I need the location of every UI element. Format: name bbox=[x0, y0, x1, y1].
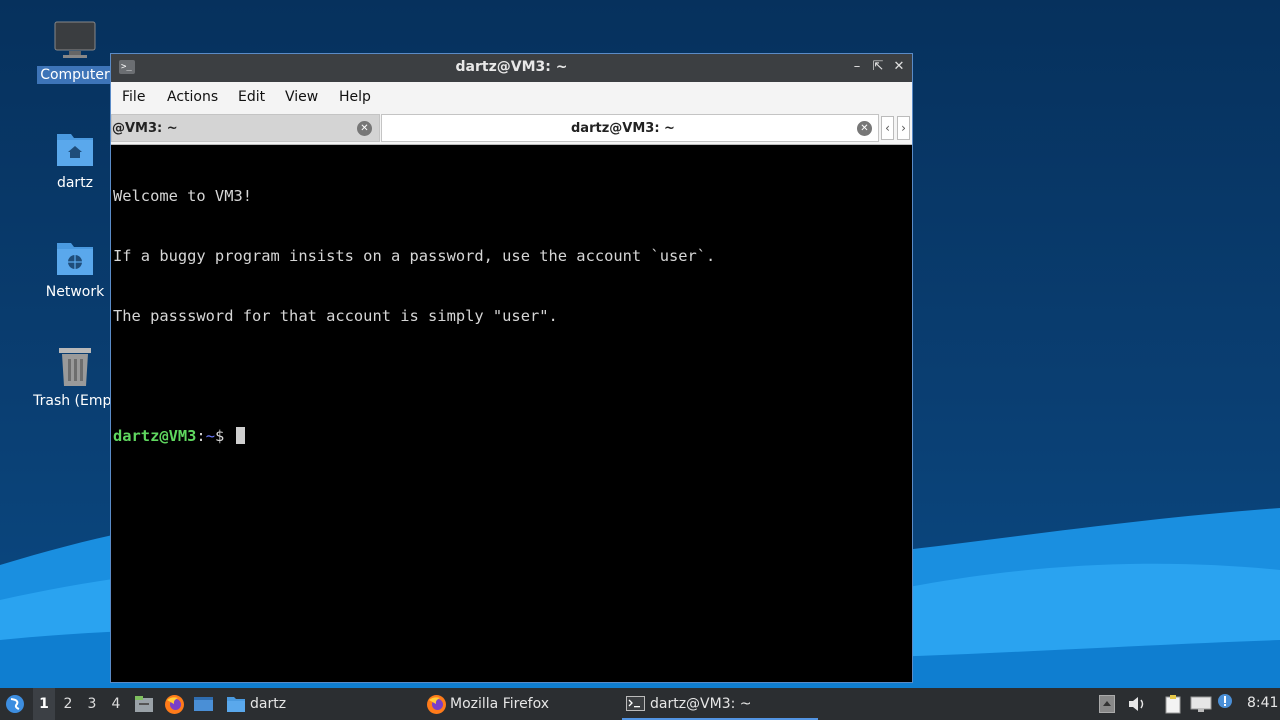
trash-icon bbox=[59, 348, 91, 386]
workspace-4[interactable]: 4 bbox=[105, 688, 127, 720]
tab-label: dartz@VM3: ~ bbox=[571, 121, 675, 136]
workspace-1[interactable]: 1 bbox=[33, 688, 55, 720]
terminal-cursor bbox=[235, 427, 245, 444]
home-folder-icon bbox=[57, 134, 93, 166]
taskbar: 1 2 3 4 dartz Mozilla Firefox dartz@VM3:… bbox=[0, 688, 1280, 720]
task-label: Mozilla Firefox bbox=[450, 696, 550, 712]
show-desktop-icon[interactable] bbox=[193, 695, 214, 713]
desktop-icon-dartz[interactable]: dartz bbox=[30, 128, 120, 192]
desktop-icon-trash[interactable]: Trash (Empt bbox=[30, 344, 120, 410]
clock[interactable]: 8:41 bbox=[1247, 695, 1278, 711]
file-manager-launcher-icon[interactable] bbox=[134, 695, 154, 713]
terminal-icon bbox=[626, 696, 645, 711]
desktop-icon-label: dartz bbox=[56, 175, 94, 191]
firefox-launcher-icon[interactable] bbox=[164, 694, 185, 715]
maximize-button[interactable]: ⇱ bbox=[870, 59, 886, 75]
firefox-icon bbox=[427, 695, 446, 714]
menu-actions[interactable]: Actions bbox=[167, 89, 218, 105]
prompt-symbol: $ bbox=[214, 427, 234, 445]
menu-view[interactable]: View bbox=[285, 89, 318, 105]
tab-active[interactable]: dartz@VM3: ~ ✕ bbox=[381, 114, 879, 142]
terminal-line: Welcome to VM3! bbox=[113, 187, 252, 205]
volume-icon[interactable] bbox=[1127, 695, 1147, 713]
tab-inactive[interactable]: @VM3: ~ ✕ bbox=[111, 114, 380, 142]
desktop-icon-label: Trash (Empt bbox=[33, 393, 117, 409]
menu-file[interactable]: File bbox=[122, 89, 145, 105]
terminal-prompt-line: dartz@VM3:~$ bbox=[113, 426, 910, 446]
desktop-icon-computer[interactable]: Computer bbox=[30, 20, 120, 84]
window-title: dartz@VM3: ~ bbox=[455, 59, 568, 75]
prompt-user: dartz@VM3 bbox=[113, 427, 197, 445]
tab-close-icon[interactable]: ✕ bbox=[357, 121, 372, 136]
minimize-button[interactable]: – bbox=[849, 59, 865, 75]
prompt-directory: ~ bbox=[205, 427, 215, 445]
menu-bar: File Actions Edit View Help bbox=[111, 82, 912, 112]
tab-scroll-left-icon[interactable]: ‹ bbox=[881, 116, 894, 140]
terminal-output[interactable]: Welcome to VM3! If a buggy program insis… bbox=[113, 146, 910, 680]
terminal-line: If a buggy program insists on a password… bbox=[113, 247, 716, 265]
close-button[interactable]: ✕ bbox=[891, 59, 907, 75]
tab-scroll-right-icon[interactable]: › bbox=[897, 116, 910, 140]
tray-arrow-up-icon[interactable] bbox=[1099, 695, 1115, 713]
task-dartz[interactable]: dartz bbox=[222, 688, 412, 720]
folder-icon bbox=[227, 697, 245, 712]
terminal-line: The passsword for that account is simply… bbox=[113, 307, 558, 325]
workspace-2[interactable]: 2 bbox=[57, 688, 79, 720]
tab-close-icon[interactable]: ✕ bbox=[857, 121, 872, 136]
network-status-icon[interactable] bbox=[1190, 695, 1212, 713]
prompt-separator: : bbox=[196, 427, 206, 445]
task-terminal[interactable]: dartz@VM3: ~ bbox=[622, 688, 818, 720]
workspace-3[interactable]: 3 bbox=[81, 688, 103, 720]
computer-icon bbox=[54, 21, 96, 58]
network-folder-icon bbox=[57, 243, 93, 275]
tab-bar: @VM3: ~ ✕ dartz@VM3: ~ ✕ ‹ › bbox=[111, 112, 912, 145]
clipboard-icon[interactable] bbox=[1163, 694, 1183, 714]
desktop-icon-label: Computer bbox=[37, 66, 113, 84]
window-titlebar[interactable]: >_ dartz@VM3: ~ – ⇱ ✕ bbox=[111, 54, 912, 82]
desktop-icon-label: Network bbox=[45, 284, 105, 300]
task-firefox[interactable]: Mozilla Firefox bbox=[422, 688, 612, 720]
menu-help[interactable]: Help bbox=[339, 89, 371, 105]
tab-label: @VM3: ~ bbox=[112, 121, 178, 136]
task-label: dartz@VM3: ~ bbox=[650, 696, 752, 712]
start-menu-icon[interactable] bbox=[5, 694, 25, 714]
update-notification-icon[interactable] bbox=[1217, 693, 1233, 709]
task-label: dartz bbox=[250, 696, 287, 712]
menu-edit[interactable]: Edit bbox=[238, 89, 265, 105]
desktop-icon-network[interactable]: Network bbox=[30, 237, 120, 301]
terminal-window[interactable]: >_ dartz@VM3: ~ – ⇱ ✕ File Actions Edit … bbox=[110, 53, 913, 683]
